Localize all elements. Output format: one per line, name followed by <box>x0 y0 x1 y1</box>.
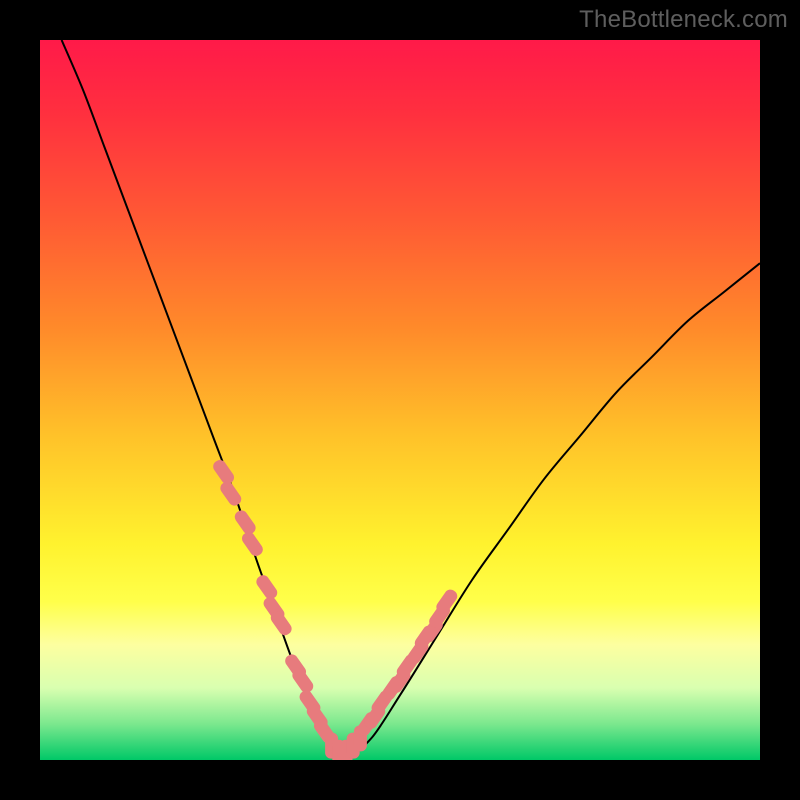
watermark-text: TheBottleneck.com <box>579 6 788 34</box>
highlighted-points <box>211 458 460 760</box>
marker-point <box>232 508 258 537</box>
marker-point <box>254 573 280 602</box>
bottleneck-curve <box>62 40 760 753</box>
marker-point <box>240 530 266 559</box>
marker-point <box>218 479 244 508</box>
chart-svg <box>40 40 760 760</box>
plot-area <box>40 40 760 760</box>
marker-point <box>211 458 237 487</box>
chart-frame: TheBottleneck.com <box>0 0 800 800</box>
